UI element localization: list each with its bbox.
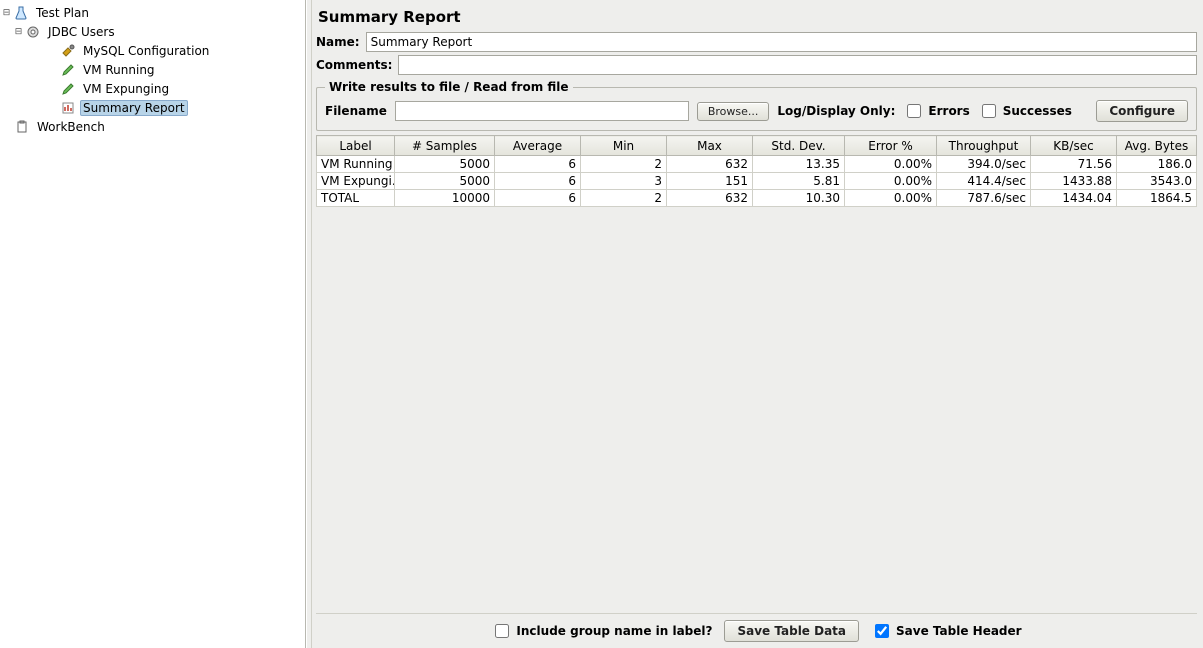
table-cell: 394.0/sec	[937, 156, 1031, 173]
table-cell: 1433.88	[1031, 173, 1117, 190]
table-cell: VM Running	[317, 156, 395, 173]
table-cell: 6	[495, 190, 581, 207]
tree-node-vm-running[interactable]: VM Running	[0, 60, 305, 79]
bottom-bar: Include group name in label? Save Table …	[316, 613, 1197, 644]
tree-node-workbench[interactable]: WorkBench	[0, 117, 305, 136]
tree-label: WorkBench	[34, 120, 108, 134]
tree-label: Test Plan	[33, 6, 92, 20]
tree-toggle-icon[interactable]: ⊟	[14, 27, 23, 36]
comments-label: Comments:	[316, 58, 398, 72]
name-input[interactable]	[366, 32, 1197, 52]
save-table-data-button[interactable]: Save Table Data	[724, 620, 859, 642]
include-group-name-input[interactable]	[495, 624, 509, 638]
table-cell: TOTAL	[317, 190, 395, 207]
clipboard-icon	[14, 119, 30, 135]
gear-icon	[25, 24, 41, 40]
table-cell: 0.00%	[845, 173, 937, 190]
save-table-header-checkbox[interactable]: Save Table Header	[871, 621, 1022, 641]
errors-checkbox-input[interactable]	[907, 104, 921, 118]
flask-icon	[13, 5, 29, 21]
tree-label: MySQL Configuration	[80, 44, 212, 58]
tree-label: JDBC Users	[45, 25, 118, 39]
comments-input[interactable]	[398, 55, 1197, 75]
table-cell: 10000	[395, 190, 495, 207]
table-cell: 1864.5	[1117, 190, 1197, 207]
col-average[interactable]: Average	[495, 136, 581, 156]
name-row: Name:	[316, 32, 1197, 52]
panel-title: Summary Report	[316, 4, 1197, 32]
table-cell: 5000	[395, 156, 495, 173]
table-cell: 10.30	[753, 190, 845, 207]
table-cell: VM Expungi...	[317, 173, 395, 190]
col-avgbytes[interactable]: Avg. Bytes	[1117, 136, 1197, 156]
table-cell: 6	[495, 173, 581, 190]
browse-button[interactable]: Browse...	[697, 102, 770, 121]
tree-node-summary-report[interactable]: Summary Report	[0, 98, 305, 117]
content-panel: Summary Report Name: Comments: Write res…	[312, 0, 1203, 648]
table-cell: 414.4/sec	[937, 173, 1031, 190]
errors-checkbox[interactable]: Errors	[903, 101, 969, 121]
successes-checkbox[interactable]: Successes	[978, 101, 1072, 121]
col-min[interactable]: Min	[581, 136, 667, 156]
tree-label: VM Running	[80, 63, 158, 77]
tree-panel: ⊟ Test Plan ⊟ JDBC Users MySQL Configura…	[0, 0, 306, 648]
col-throughput[interactable]: Throughput	[937, 136, 1031, 156]
table-cell: 2	[581, 156, 667, 173]
table-filler	[316, 207, 1197, 611]
table-cell: 3	[581, 173, 667, 190]
table-cell: 632	[667, 156, 753, 173]
col-max[interactable]: Max	[667, 136, 753, 156]
table-cell: 151	[667, 173, 753, 190]
results-table: Label # Samples Average Min Max Std. Dev…	[316, 135, 1197, 207]
table-cell: 632	[667, 190, 753, 207]
table-cell: 5.81	[753, 173, 845, 190]
table-row[interactable]: VM Expungi...5000631515.810.00%414.4/sec…	[317, 173, 1197, 190]
tree-node-test-plan[interactable]: ⊟ Test Plan	[0, 3, 305, 22]
col-kbsec[interactable]: KB/sec	[1031, 136, 1117, 156]
table-cell: 5000	[395, 173, 495, 190]
table-cell: 6	[495, 156, 581, 173]
tree-label: Summary Report	[80, 100, 188, 116]
configure-button[interactable]: Configure	[1096, 100, 1188, 122]
save-table-header-input[interactable]	[875, 624, 889, 638]
table-cell: 71.56	[1031, 156, 1117, 173]
logdisplay-label: Log/Display Only:	[777, 104, 895, 118]
file-group: Write results to file / Read from file F…	[316, 80, 1197, 131]
tree-label: VM Expunging	[80, 82, 172, 96]
table-cell: 787.6/sec	[937, 190, 1031, 207]
table-cell: 2	[581, 190, 667, 207]
wrench-icon	[60, 43, 76, 59]
table-header-row: Label # Samples Average Min Max Std. Dev…	[317, 136, 1197, 156]
tree-toggle-icon[interactable]: ⊟	[2, 8, 11, 17]
report-icon	[60, 100, 76, 116]
name-label: Name:	[316, 35, 366, 49]
table-cell: 0.00%	[845, 156, 937, 173]
col-label[interactable]: Label	[317, 136, 395, 156]
successes-checkbox-input[interactable]	[982, 104, 996, 118]
table-cell: 3543.0	[1117, 173, 1197, 190]
results-table-wrap: Label # Samples Average Min Max Std. Dev…	[316, 135, 1197, 611]
include-group-name-checkbox[interactable]: Include group name in label?	[491, 621, 712, 641]
table-cell: 186.0	[1117, 156, 1197, 173]
filename-input[interactable]	[395, 101, 689, 121]
tree-node-vm-expunging[interactable]: VM Expunging	[0, 79, 305, 98]
pencil-icon	[60, 81, 76, 97]
table-row[interactable]: VM Running50006263213.350.00%394.0/sec71…	[317, 156, 1197, 173]
col-stddev[interactable]: Std. Dev.	[753, 136, 845, 156]
table-cell: 0.00%	[845, 190, 937, 207]
pencil-icon	[60, 62, 76, 78]
file-group-legend: Write results to file / Read from file	[325, 80, 573, 94]
table-cell: 1434.04	[1031, 190, 1117, 207]
comments-row: Comments:	[316, 55, 1197, 75]
table-row[interactable]: TOTAL100006263210.300.00%787.6/sec1434.0…	[317, 190, 1197, 207]
filename-label: Filename	[325, 104, 387, 118]
tree-node-jdbc-users[interactable]: ⊟ JDBC Users	[0, 22, 305, 41]
table-cell: 13.35	[753, 156, 845, 173]
col-samples[interactable]: # Samples	[395, 136, 495, 156]
tree-node-mysql-configuration[interactable]: MySQL Configuration	[0, 41, 305, 60]
col-error[interactable]: Error %	[845, 136, 937, 156]
